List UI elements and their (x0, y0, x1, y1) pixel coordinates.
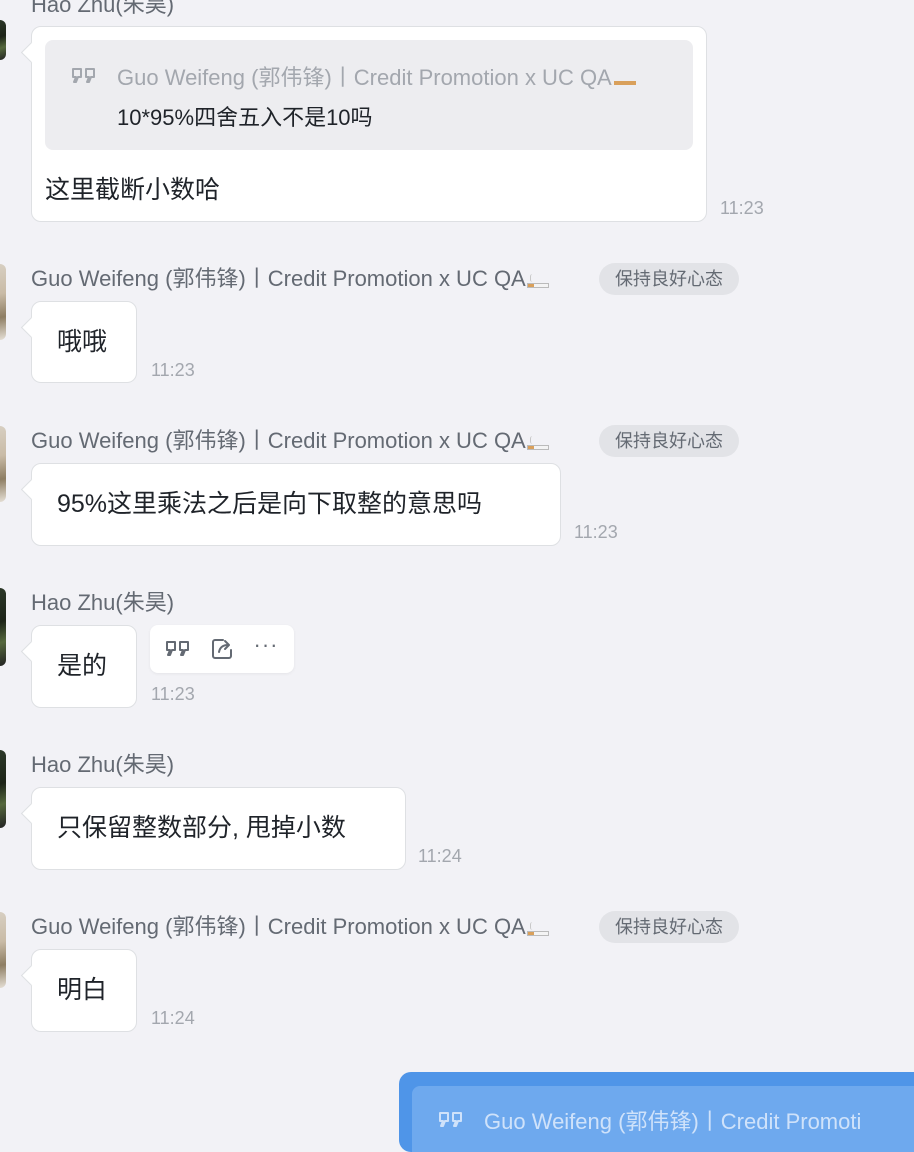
message-text: 哦哦 (57, 328, 108, 356)
sender-name[interactable]: Guo Weifeng (郭伟锋)丨Credit Promotion x UC … (31, 264, 549, 294)
message-time: 11:23 (151, 684, 195, 704)
message-bubble[interactable]: 只保留整数部分, 甩掉小数 (31, 787, 406, 870)
reply-button[interactable] (160, 631, 196, 667)
sender-name[interactable]: Guo Weifeng (郭伟锋)丨Credit Promotion x UC … (31, 426, 549, 456)
message-time: 11:23 (574, 522, 618, 542)
message-bubble[interactable]: 95%这里乘法之后是向下取整的意思吗 (31, 463, 561, 546)
status-badge: 保持良好心态 (599, 425, 739, 457)
forward-button[interactable] (204, 631, 240, 667)
avatar[interactable] (0, 750, 6, 828)
status-badge: 保持良好心态 (599, 911, 739, 943)
quote-reply-icon (166, 641, 189, 656)
quote-sender: Guo Weifeng (郭伟锋)丨Credit Promotion x UC … (117, 60, 677, 92)
avatar[interactable] (0, 912, 6, 988)
forward-icon (212, 639, 232, 659)
message-text: 只保留整数部分, 甩掉小数 (57, 814, 346, 842)
message-time: 11:24 (151, 1008, 195, 1028)
sender-name[interactable]: Hao Zhu(朱昊) (31, 750, 174, 780)
sender-name[interactable]: Hao Zhu(朱昊) (31, 588, 174, 618)
sender-name[interactable]: Guo Weifeng (郭伟锋)丨Credit Promotion x UC … (31, 912, 549, 942)
cigarette-emoji-icon (526, 436, 549, 450)
quoted-message[interactable]: Guo Weifeng (郭伟锋)丨Credit Promotion x UC … (45, 40, 693, 150)
quote-icon (439, 1112, 462, 1127)
message-action-toolbar: ··· (150, 625, 294, 673)
message-text: 95%这里乘法之后是向下取整的意思吗 (57, 490, 483, 518)
quoted-message[interactable]: Guo Weifeng (郭伟锋)丨Credit Promoti (412, 1086, 914, 1152)
message-text: 是的 (57, 652, 108, 680)
message-bubble[interactable]: 是的 (31, 625, 137, 708)
quote-sender: Guo Weifeng (郭伟锋)丨Credit Promoti (484, 1109, 862, 1134)
message-time: 11:23 (151, 360, 195, 380)
avatar[interactable] (0, 264, 6, 340)
more-button[interactable]: ··· (248, 631, 284, 667)
avatar[interactable] (0, 426, 6, 502)
more-icon: ··· (253, 632, 279, 657)
cigarette-emoji-icon (526, 922, 549, 936)
quote-text: 10*95%四舍五入不是10吗 (117, 105, 373, 130)
quote-icon (72, 68, 95, 83)
outgoing-message-bubble[interactable]: Guo Weifeng (郭伟锋)丨Credit Promoti (399, 1072, 914, 1152)
message-text: 这里截断小数哈 (45, 176, 221, 204)
sender-name[interactable]: Hao Zhu(朱昊) (31, 0, 174, 20)
cigarette-emoji-icon (526, 274, 549, 288)
message-time: 11:24 (418, 846, 462, 866)
message-time: 11:23 (720, 198, 764, 218)
avatar[interactable] (0, 588, 6, 666)
cigarette-emoji-icon (613, 71, 636, 85)
avatar[interactable] (0, 20, 6, 60)
message-text: 明白 (57, 976, 108, 1004)
message-bubble[interactable]: 哦哦 (31, 301, 137, 383)
status-badge: 保持良好心态 (599, 263, 739, 295)
message-bubble[interactable]: 明白 (31, 949, 137, 1032)
message-bubble[interactable]: Guo Weifeng (郭伟锋)丨Credit Promotion x UC … (31, 26, 707, 222)
